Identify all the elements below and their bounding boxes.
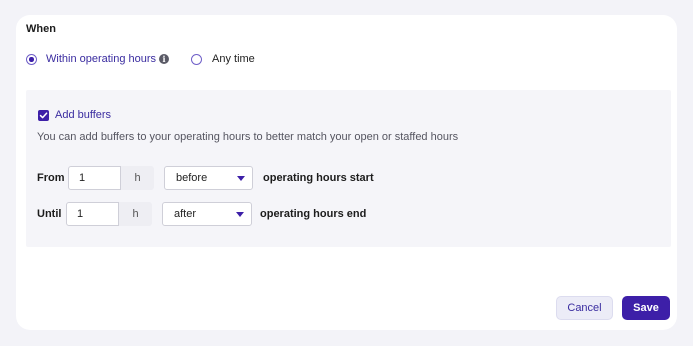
checkmark-icon	[39, 112, 48, 119]
radio-label-within-operating-hours[interactable]: Within operating hours	[46, 53, 156, 65]
buffers-helper-text: You can add buffers to your operating ho…	[37, 131, 459, 143]
chevron-down-icon	[236, 212, 244, 217]
from-unit-label: h	[121, 166, 154, 190]
until-relation-select[interactable]: after	[162, 202, 252, 226]
dialog-card: When Within operating hours i Any time A…	[16, 15, 677, 330]
save-button[interactable]: Save	[622, 296, 670, 320]
section-title-when: When	[26, 23, 56, 35]
until-unit-label: h	[119, 202, 152, 226]
until-suffix-text: operating hours end	[260, 208, 367, 220]
from-relation-select[interactable]: before	[164, 166, 253, 190]
from-hours-input[interactable]: 1	[68, 166, 121, 190]
info-icon[interactable]: i	[159, 54, 169, 64]
from-label: From	[37, 172, 65, 184]
from-relation-value: before	[176, 172, 208, 184]
until-hours-input[interactable]: 1	[66, 202, 119, 226]
until-relation-value: after	[174, 208, 197, 220]
add-buffers-checkbox[interactable]	[38, 110, 49, 121]
radio-any-time[interactable]	[191, 54, 202, 65]
cancel-button[interactable]: Cancel	[556, 296, 613, 320]
until-label: Until	[37, 208, 62, 220]
add-buffers-label[interactable]: Add buffers	[55, 109, 111, 121]
from-suffix-text: operating hours start	[263, 172, 374, 184]
radio-label-any-time[interactable]: Any time	[212, 53, 255, 65]
chevron-down-icon	[237, 176, 245, 181]
buffers-panel: Add buffers You can add buffers to your …	[26, 90, 671, 247]
radio-within-operating-hours[interactable]	[26, 54, 37, 65]
